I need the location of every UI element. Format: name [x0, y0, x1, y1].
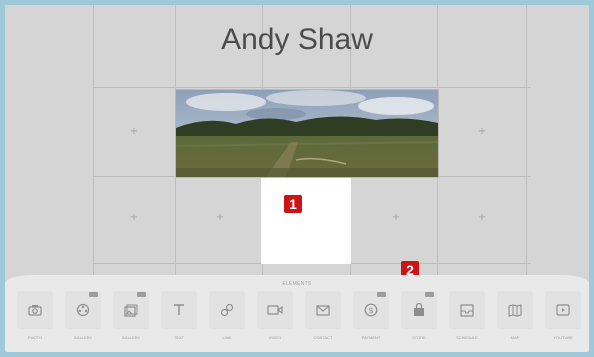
- page-canvas[interactable]: + + + + + + Andy Shaw 1 2: [5, 5, 589, 280]
- tool-label: STORE: [412, 335, 426, 340]
- tool-payment-button[interactable]: $: [353, 291, 389, 329]
- tool-store-button[interactable]: [401, 291, 437, 329]
- add-cell-icon[interactable]: +: [477, 127, 487, 137]
- inbox-icon: [449, 291, 485, 329]
- tool-gallery-images-button[interactable]: [113, 291, 149, 329]
- elements-toolbar: ELEMENTS PHOTO GALLERY GALLERY TEXT LINK VIDE…: [5, 275, 589, 352]
- tool-gallery-button[interactable]: [65, 291, 101, 329]
- tool-link-button[interactable]: [209, 291, 245, 329]
- tool-label: MAP: [510, 335, 520, 340]
- tool-map-button[interactable]: [497, 291, 533, 329]
- tool-photo-button[interactable]: [17, 291, 53, 329]
- tool-label: PAYMENT: [361, 335, 381, 340]
- camera-icon: [17, 291, 53, 329]
- grid-line: [93, 87, 531, 88]
- tool-label: PHOTO: [27, 335, 43, 340]
- tool-text-button[interactable]: [161, 291, 197, 329]
- editor-frame: + + + + + + Andy Shaw 1 2 ELEMENTS PHOTO…: [5, 5, 589, 352]
- play-icon: [545, 291, 581, 329]
- more-options-icon[interactable]: [425, 292, 434, 297]
- add-cell-icon[interactable]: +: [391, 213, 401, 223]
- tool-schedule-button[interactable]: [449, 291, 485, 329]
- map-icon: [497, 291, 533, 329]
- envelope-icon: [305, 291, 341, 329]
- page-title[interactable]: Andy Shaw: [5, 23, 589, 57]
- more-options-icon[interactable]: [137, 292, 146, 297]
- tool-label: VIDEO: [268, 335, 282, 340]
- tool-label: GALLERY: [121, 335, 141, 340]
- landscape-photo[interactable]: [175, 89, 439, 178]
- empty-block[interactable]: [261, 178, 351, 264]
- more-options-icon[interactable]: [89, 292, 98, 297]
- add-cell-icon[interactable]: +: [477, 213, 487, 223]
- video-icon: [257, 291, 293, 329]
- add-cell-icon[interactable]: +: [129, 213, 139, 223]
- tool-label: TEXT: [173, 335, 185, 340]
- link-icon: [209, 291, 245, 329]
- text-icon: [161, 291, 197, 329]
- tool-label: LINK: [222, 335, 232, 340]
- tool-video-button[interactable]: [257, 291, 293, 329]
- toolbar-label: ELEMENTS: [282, 281, 312, 287]
- svg-text:$: $: [368, 306, 373, 315]
- tool-label: CONTACT: [313, 335, 333, 340]
- add-cell-icon[interactable]: +: [129, 127, 139, 137]
- tool-label: SCHEDULE: [456, 335, 478, 340]
- more-options-icon[interactable]: [377, 292, 386, 297]
- tool-youtube-button[interactable]: [545, 291, 581, 329]
- callout-badge-1: 1: [284, 195, 302, 213]
- add-cell-icon[interactable]: +: [215, 213, 225, 223]
- tool-contact-button[interactable]: [305, 291, 341, 329]
- tool-label: YOUTUBE: [553, 335, 573, 340]
- tool-label: GALLERY: [73, 335, 93, 340]
